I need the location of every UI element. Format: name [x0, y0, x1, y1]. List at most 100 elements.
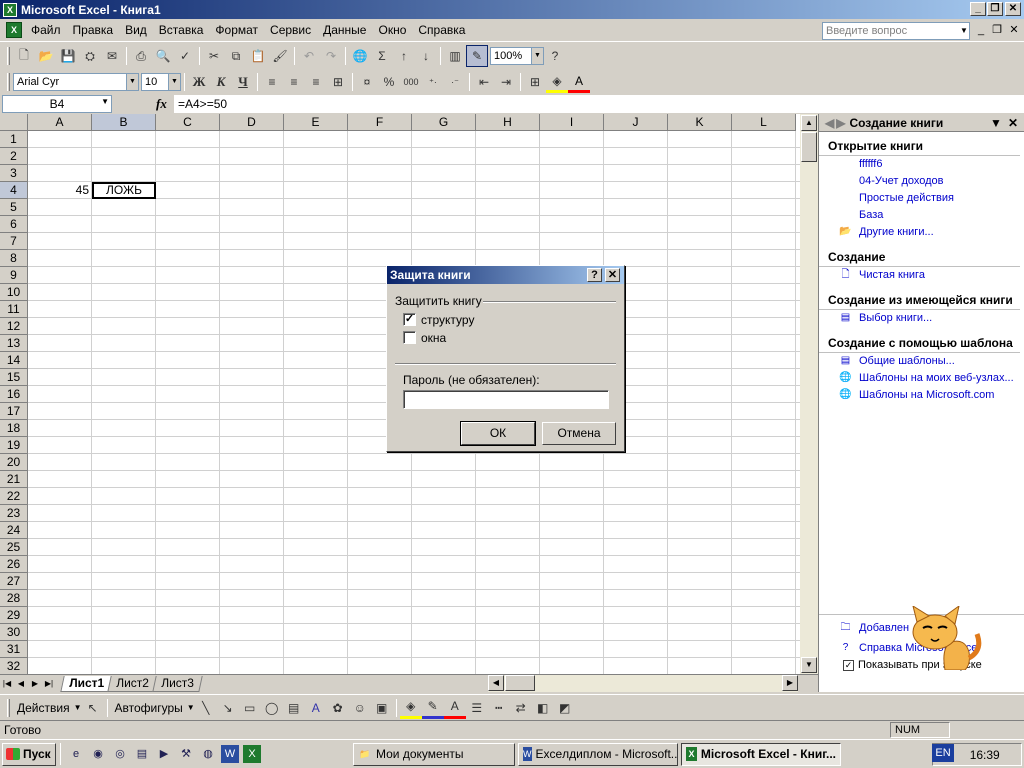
menu-insert[interactable]: Вставка [153, 23, 210, 37]
row-header-4[interactable]: 4 [0, 182, 28, 199]
sort-ascending-icon[interactable]: ↑ [393, 45, 415, 67]
column-header-f[interactable]: F [348, 114, 412, 131]
line-color-icon[interactable]: ✎ [421, 697, 444, 719]
align-center-icon[interactable]: ≡ [283, 71, 305, 93]
format-painter-icon[interactable]: 🖌 [269, 45, 291, 67]
ms-templates-link[interactable]: 🌐 Шаблоны на Microsoft.com [819, 387, 1024, 404]
sheet-tab-3[interactable]: Лист3 [152, 675, 203, 692]
decrease-indent-icon[interactable]: ⇤ [473, 71, 495, 93]
row-header-13[interactable]: 13 [0, 335, 28, 352]
row-header-16[interactable]: 16 [0, 386, 28, 403]
pane-close-icon[interactable]: ✕ [1008, 116, 1024, 130]
zoom-combo[interactable]: 100% ▼ [490, 47, 544, 65]
column-header-h[interactable]: H [476, 114, 540, 131]
shadow-icon[interactable]: ◧ [532, 697, 554, 719]
row-header-25[interactable]: 25 [0, 539, 28, 556]
show-at-startup-checkbox[interactable]: ✓ [843, 659, 854, 671]
menu-data[interactable]: Данные [317, 23, 372, 37]
recent-file-link[interactable]: Простые действия [819, 190, 1024, 207]
column-header-c[interactable]: C [156, 114, 220, 131]
column-header-i[interactable]: I [540, 114, 604, 131]
copy-icon[interactable]: ⧉ [225, 45, 247, 67]
help-icon[interactable]: ? [544, 45, 566, 67]
row-header-29[interactable]: 29 [0, 607, 28, 624]
next-sheet-icon[interactable]: ▶ [28, 679, 42, 688]
open-icon[interactable]: 📂 [35, 45, 57, 67]
3d-icon[interactable]: ◩ [554, 697, 576, 719]
vertical-scrollbar[interactable]: ▲ ▼ [800, 114, 818, 674]
scroll-down-icon[interactable]: ▼ [801, 657, 817, 673]
line-style-icon[interactable]: ☰ [466, 697, 488, 719]
sort-descending-icon[interactable]: ↓ [415, 45, 437, 67]
font-name-combo[interactable]: Arial Cyr ▼ [13, 73, 139, 91]
bold-button[interactable]: Ж [188, 71, 210, 93]
print-preview-icon[interactable]: 🔍 [152, 45, 174, 67]
prev-sheet-icon[interactable]: ◀ [14, 679, 28, 688]
blank-workbook-link[interactable]: 🗋 Чистая книга [819, 267, 1024, 284]
column-header-l[interactable]: L [732, 114, 796, 131]
select-objects-icon[interactable]: ↖ [82, 697, 104, 719]
row-header-6[interactable]: 6 [0, 216, 28, 233]
pane-forward-icon[interactable]: ▶ [836, 116, 849, 130]
dash-style-icon[interactable]: ┅ [488, 697, 510, 719]
column-header-g[interactable]: G [412, 114, 476, 131]
draw-fill-color-icon[interactable]: ◈ [399, 697, 422, 719]
cancel-button[interactable]: Отмена [542, 422, 616, 445]
merge-center-icon[interactable]: ⊞ [327, 71, 349, 93]
scroll-right-icon[interactable]: ▶ [782, 675, 798, 691]
ie-icon[interactable]: e [67, 745, 85, 763]
menu-edit[interactable]: Правка [67, 23, 120, 37]
row-header-8[interactable]: 8 [0, 250, 28, 267]
wordart-icon[interactable]: A [305, 697, 327, 719]
redo-icon[interactable]: ↷ [320, 45, 342, 67]
ok-button[interactable]: ОК [460, 421, 536, 446]
windows-checkbox[interactable] [403, 331, 416, 344]
row-header-21[interactable]: 21 [0, 471, 28, 488]
menu-file[interactable]: Файл [25, 23, 67, 37]
pane-back-icon[interactable]: ◀ [819, 116, 836, 130]
chart-wizard-icon[interactable]: ▥ [444, 45, 466, 67]
print-icon[interactable]: ⎙ [130, 45, 152, 67]
increase-indent-icon[interactable]: ⇥ [495, 71, 517, 93]
row-header-2[interactable]: 2 [0, 148, 28, 165]
menu-window[interactable]: Окно [372, 23, 412, 37]
hyperlink-icon[interactable]: 🌐 [349, 45, 371, 67]
scroll-thumb[interactable] [801, 132, 817, 162]
restore-button[interactable]: ❐ [987, 2, 1003, 16]
drawing-icon[interactable]: ✎ [466, 45, 488, 67]
structure-checkbox[interactable]: ✓ [403, 313, 416, 326]
row-header-28[interactable]: 28 [0, 590, 28, 607]
start-button[interactable]: Пуск [2, 742, 56, 766]
word-icon[interactable]: W [221, 745, 239, 763]
clipart-icon[interactable]: ☺ [349, 697, 371, 719]
select-all-corner[interactable] [0, 114, 28, 131]
cell-b4[interactable]: ЛОЖЬ [92, 182, 156, 199]
workbook-icon[interactable]: X [6, 22, 22, 38]
font-color-icon[interactable]: A [568, 71, 590, 93]
new-icon[interactable]: 🗋 [13, 45, 35, 67]
align-left-icon[interactable]: ≡ [261, 71, 283, 93]
doc-restore-button[interactable]: ❐ [990, 24, 1004, 38]
dialog-help-button[interactable]: ? [587, 268, 602, 282]
opera-icon[interactable]: ◍ [199, 745, 217, 763]
fill-color-icon[interactable]: ◈ [546, 71, 568, 93]
row-header-1[interactable]: 1 [0, 131, 28, 148]
first-sheet-icon[interactable]: |◀ [0, 679, 14, 688]
row-header-24[interactable]: 24 [0, 522, 28, 539]
row-header-9[interactable]: 9 [0, 267, 28, 284]
horizontal-scrollbar[interactable]: ◀ ▶ [488, 675, 798, 692]
autosum-button[interactable]: Σ [371, 45, 393, 67]
excel-icon[interactable]: X [243, 745, 261, 763]
undo-icon[interactable]: ↶ [298, 45, 320, 67]
ask-dropdown-icon[interactable]: ▼ [958, 23, 970, 39]
dialog-close-button[interactable]: ✕ [605, 268, 620, 282]
permission-icon[interactable]: ⛭ [79, 45, 101, 67]
excel-app-icon[interactable]: X [3, 2, 17, 17]
name-box[interactable]: B4 ▼ [2, 95, 112, 113]
rectangle-icon[interactable]: ▭ [239, 697, 261, 719]
row-header-30[interactable]: 30 [0, 624, 28, 641]
menu-tools[interactable]: Сервис [264, 23, 317, 37]
row-header-15[interactable]: 15 [0, 369, 28, 386]
row-header-11[interactable]: 11 [0, 301, 28, 318]
pane-menu-icon[interactable]: ▼ [990, 116, 1008, 130]
